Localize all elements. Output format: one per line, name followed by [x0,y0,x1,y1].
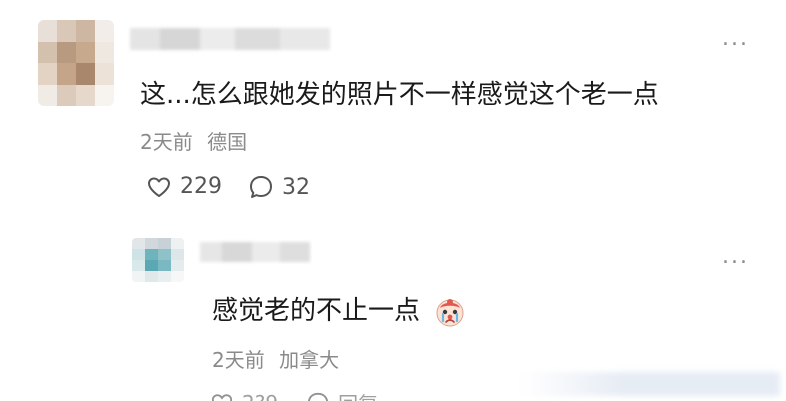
reply-avatar[interactable] [132,238,184,282]
reply-text-content: 感觉老的不止一点 [212,296,421,326]
reply-actions-partial[interactable]: 2?9 回复 [210,388,378,401]
reply-count: 32 [282,174,310,200]
reply-more-options-button[interactable]: ... [722,246,749,268]
reply-like-count: 2?9 [242,391,278,401]
reply-username-blurred[interactable] [200,242,310,262]
speech-bubble-icon [250,176,272,198]
reply-button[interactable]: 32 [248,174,310,200]
reply-reply-label: 回复 [338,388,378,401]
speech-bubble-icon [308,392,329,401]
like-count: 229 [180,174,222,199]
reply-meta: 2天前 加拿大 [212,344,339,373]
comment-meta: 2天前 德国 [140,126,247,155]
reply-location: 加拿大 [279,348,340,372]
heart-outline-icon [211,393,233,401]
comment-thread: ... 这...怎么跟她发的照片不一样感觉这个老一点 2天前 德国 229 32 [0,0,786,401]
avatar[interactable] [38,20,114,106]
more-dots-icon: ... [722,244,749,269]
like-button[interactable]: 229 [146,174,222,199]
more-dots-icon: ... [722,26,749,51]
username-blurred[interactable] [130,28,330,50]
crying-clown-emoji [436,298,464,326]
more-options-button[interactable]: ... [722,28,749,50]
heart-outline-icon [148,177,170,197]
comment-text: 这...怎么跟她发的照片不一样感觉这个老一点 [140,80,659,110]
comment-location: 德国 [207,130,248,154]
comment-time: 2天前 [140,130,193,154]
reply-time: 2天前 [212,348,265,372]
watermark-blur [520,372,780,396]
reply-text: 感觉老的不止一点 [212,290,466,328]
